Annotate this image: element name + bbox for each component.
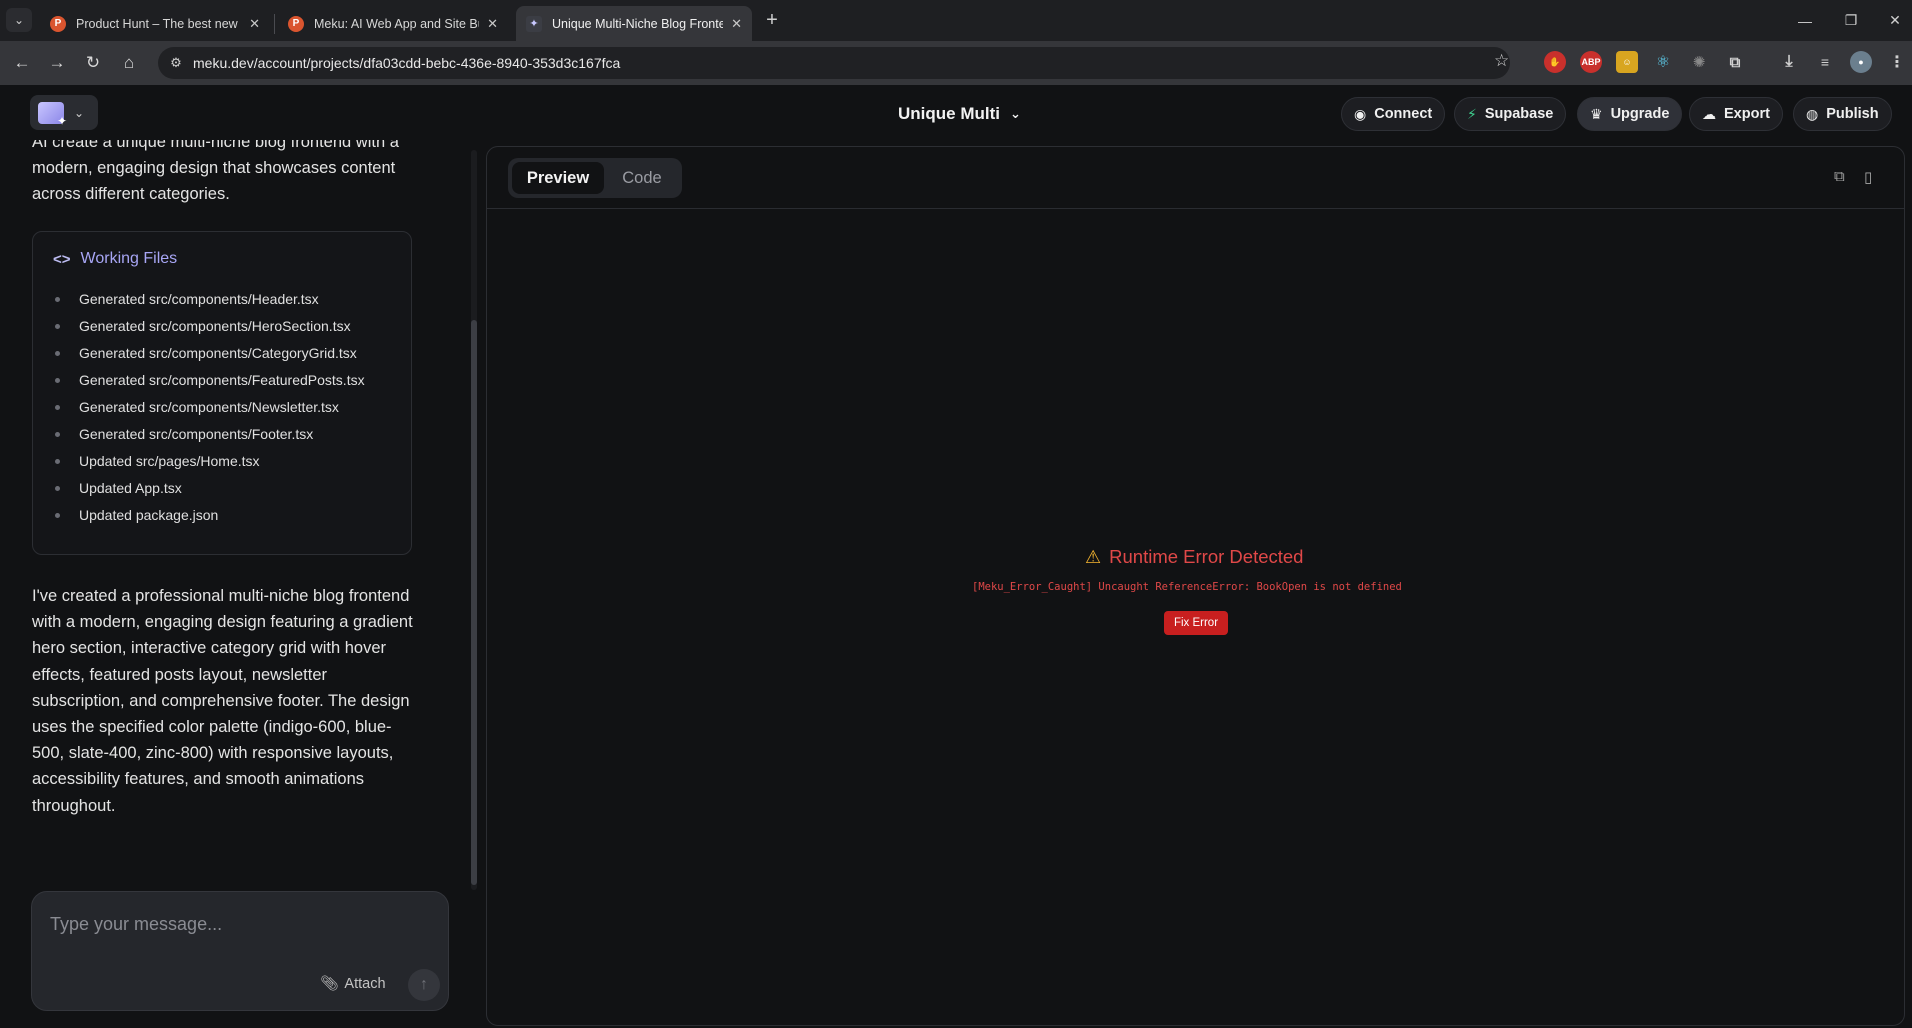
attach-label: Attach xyxy=(344,975,386,992)
github-icon: ◉ xyxy=(1354,105,1367,122)
tab-search-button[interactable]: ⌄ xyxy=(6,8,32,32)
upgrade-label: Upgrade xyxy=(1610,106,1670,122)
browser-tab-unique-multi[interactable]: ✦ Unique Multi-Niche Blog Fronte ✕ xyxy=(516,6,752,41)
tab-preview[interactable]: Preview xyxy=(512,162,604,194)
close-window-icon[interactable]: ✕ xyxy=(1872,0,1912,41)
message-input[interactable]: Type your message... xyxy=(50,914,222,935)
tab-code[interactable]: Code xyxy=(606,162,678,194)
meku-logo-icon xyxy=(38,101,67,128)
new-tab-icon[interactable]: + xyxy=(758,8,786,32)
globe-icon: ◍ xyxy=(1806,105,1819,122)
fix-error-button[interactable]: Fix Error xyxy=(1164,611,1228,635)
app-menu-button[interactable]: ⌄ xyxy=(30,95,98,130)
list-item: Generated src/components/FeaturedPosts.t… xyxy=(53,367,365,394)
working-files-title: Working Files xyxy=(80,250,178,267)
warning-icon: ⚠ xyxy=(1085,546,1102,567)
home-icon[interactable]: ⌂ xyxy=(117,51,141,75)
export-label: Export xyxy=(1724,106,1770,122)
chevron-down-icon: ⌄ xyxy=(1009,106,1021,121)
working-files-card: <> Working Files Generated src/component… xyxy=(32,231,412,555)
forward-icon[interactable]: → xyxy=(45,51,69,75)
preview-header-divider xyxy=(487,208,1904,209)
browser-tab-product-hunt[interactable]: P Product Hunt – The best new p ✕ xyxy=(40,6,270,41)
tab-title: Product Hunt – The best new p xyxy=(76,16,242,31)
chat-summary-text: I've created a professional multi-niche … xyxy=(32,587,413,815)
site-info-icon[interactable]: ⚙ xyxy=(166,53,186,73)
chat-panel: AI create a unique multi-niche blog fron… xyxy=(0,140,470,880)
code-icon: <> xyxy=(53,250,71,268)
browser-tab-meku[interactable]: P Meku: AI Web App and Site Bu ✕ xyxy=(278,6,508,41)
connect-label: Connect xyxy=(1374,106,1433,122)
tab-title: Meku: AI Web App and Site Bu xyxy=(314,16,480,31)
runtime-error-title: ⚠ Runtime Error Detected xyxy=(1085,546,1303,568)
cloud-icon: ☁ xyxy=(1702,105,1716,122)
adblock-plus-icon[interactable]: ABP xyxy=(1580,51,1602,73)
list-item: Generated src/components/Header.tsx xyxy=(53,286,365,313)
list-item: Generated src/components/HeroSection.tsx xyxy=(53,313,365,340)
downloads-icon[interactable]: ⤓ xyxy=(1778,51,1800,73)
send-button[interactable]: ↑ xyxy=(408,969,440,1001)
product-hunt-favicon-icon: P xyxy=(50,15,66,32)
list-item: Generated src/components/Newsletter.tsx xyxy=(53,394,365,421)
project-title: Unique Multi xyxy=(898,104,1000,123)
export-button[interactable]: ☁ Export xyxy=(1689,97,1783,131)
publish-button[interactable]: ◍ Publish xyxy=(1793,97,1892,131)
extension-spider-icon[interactable]: ✺ xyxy=(1688,51,1710,73)
extensions-puzzle-icon[interactable]: ⧉ xyxy=(1724,51,1746,73)
react-devtools-icon[interactable]: ⚛ xyxy=(1652,51,1674,73)
url-text[interactable]: meku.dev/account/projects/dfa03cdd-bebc-… xyxy=(193,55,620,71)
runtime-error-title-text: Runtime Error Detected xyxy=(1109,546,1304,567)
supabase-bolt-icon: ⚡ xyxy=(1467,105,1477,122)
close-tab-icon[interactable]: ✕ xyxy=(731,16,742,32)
media-control-icon[interactable]: ≡ xyxy=(1814,51,1836,73)
chat-scrollbar-thumb[interactable] xyxy=(471,320,477,885)
tab-separator xyxy=(274,14,275,34)
extension-red-hand-icon[interactable]: ✋ xyxy=(1544,51,1566,73)
paperclip-icon: 📎︎ xyxy=(320,976,339,992)
meku-favicon-icon: ✦ xyxy=(526,15,542,32)
chevron-down-icon: ⌄ xyxy=(74,105,85,120)
message-composer[interactable] xyxy=(31,891,449,1011)
minimize-icon[interactable]: — xyxy=(1782,0,1828,41)
list-item: Generated src/components/Footer.tsx xyxy=(53,421,365,448)
list-item: Updated src/pages/Home.tsx xyxy=(53,448,365,475)
tab-title: Unique Multi-Niche Blog Fronte xyxy=(552,16,724,31)
open-external-icon[interactable]: ⧉ xyxy=(1834,168,1845,185)
supabase-button[interactable]: ⚡ Supabase xyxy=(1454,97,1567,131)
extension-yellow-face-icon[interactable]: ☺ xyxy=(1616,51,1638,73)
list-item: Generated src/components/CategoryGrid.ts… xyxy=(53,340,365,367)
profile-avatar[interactable]: ● xyxy=(1850,51,1872,73)
close-tab-icon[interactable]: ✕ xyxy=(249,16,260,32)
mobile-view-icon[interactable]: ▯ xyxy=(1864,168,1872,186)
supabase-label: Supabase xyxy=(1484,106,1554,122)
browser-menu-icon[interactable]: ⋮ xyxy=(1886,51,1908,73)
product-hunt-favicon-icon: P xyxy=(288,15,304,32)
working-files-header: <> Working Files xyxy=(53,250,177,268)
bookmark-star-icon[interactable]: ☆ xyxy=(1494,51,1509,71)
close-tab-icon[interactable]: ✕ xyxy=(487,16,498,32)
connect-button[interactable]: ◉ Connect xyxy=(1341,97,1446,131)
runtime-error-message: [Meku_Error_Caught] Uncaught ReferenceEr… xyxy=(972,581,1402,593)
arrow-up-icon: ↑ xyxy=(420,976,428,993)
back-icon[interactable]: ← xyxy=(10,51,34,75)
reload-icon[interactable]: ↻ xyxy=(81,51,105,75)
list-item: Updated package.json xyxy=(53,502,365,529)
list-item: Updated App.tsx xyxy=(53,475,365,502)
chat-intro-text: AI create a unique multi-niche blog fron… xyxy=(32,140,399,203)
browser-tabstrip: ⌄ P Product Hunt – The best new p ✕ P Me… xyxy=(0,0,1912,41)
project-title-dropdown[interactable]: Unique Multi ⌄ xyxy=(898,104,1021,124)
restore-icon[interactable]: ❐ xyxy=(1828,0,1874,41)
crown-icon: ♛ xyxy=(1590,105,1603,122)
attach-button[interactable]: 📎︎ Attach xyxy=(320,975,386,993)
upgrade-button[interactable]: ♛ Upgrade xyxy=(1577,97,1683,131)
working-files-list: Generated src/components/Header.tsx Gene… xyxy=(53,286,365,529)
publish-label: Publish xyxy=(1826,106,1879,122)
